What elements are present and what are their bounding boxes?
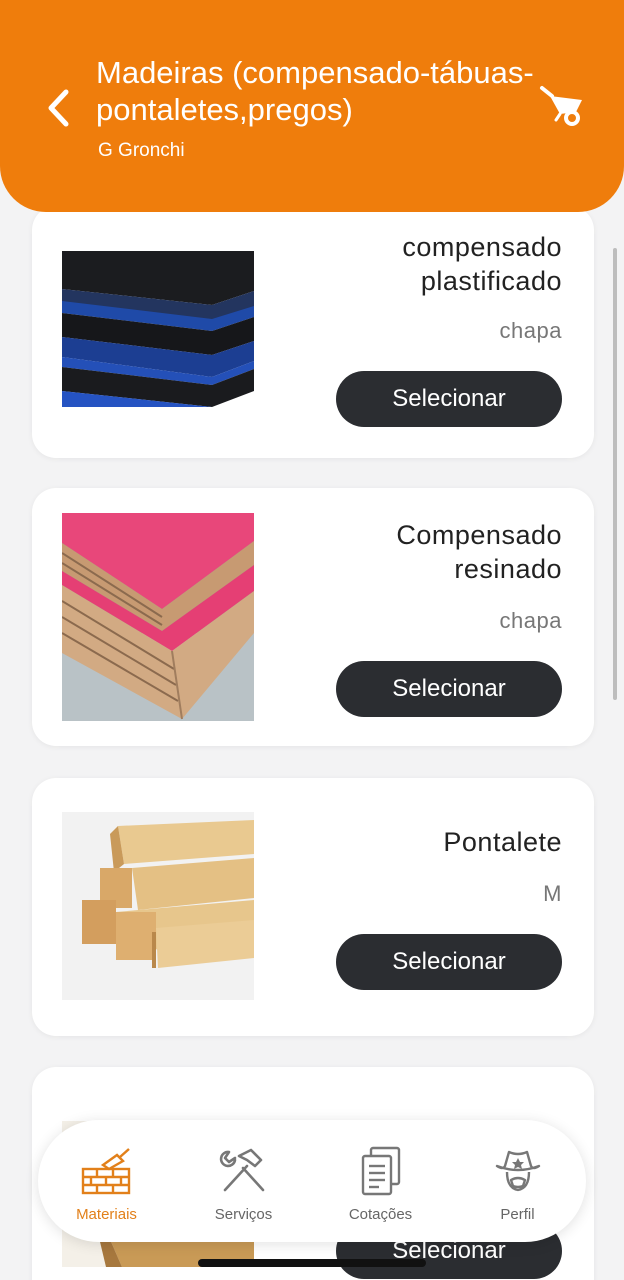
scrollbar[interactable] — [613, 248, 617, 700]
product-unit: chapa — [499, 608, 562, 633]
product-unit: M — [543, 881, 562, 906]
product-name: compensado plastificado — [402, 232, 562, 296]
cart-button[interactable] — [536, 80, 590, 128]
product-card: Compensado resinado chapa Selecionar — [32, 488, 594, 746]
brick-wall-trowel-icon — [77, 1144, 137, 1198]
product-name: Pontalete — [443, 827, 562, 857]
select-button[interactable]: Selecionar — [336, 371, 562, 427]
nav-item-servicos[interactable]: Serviços — [175, 1120, 312, 1242]
wheelbarrow-icon — [540, 86, 582, 126]
back-button[interactable] — [38, 86, 78, 130]
product-image — [62, 251, 254, 407]
select-button[interactable]: Selecionar — [336, 934, 562, 990]
product-image — [62, 513, 254, 721]
product-name: Compensado resinado — [396, 520, 562, 584]
select-button[interactable]: Selecionar — [336, 661, 562, 717]
cowboy-avatar-icon — [488, 1144, 548, 1198]
documents-icon — [351, 1144, 411, 1198]
home-indicator — [198, 1259, 426, 1267]
nav-label: Serviços — [214, 1205, 273, 1223]
nav-label: Perfil — [500, 1205, 535, 1223]
product-unit: chapa — [499, 318, 562, 343]
product-image — [62, 812, 254, 1000]
page-title: Madeiras (compensado-tábuas-pontaletes,p… — [96, 55, 534, 127]
nav-item-materiais[interactable]: Materiais — [38, 1120, 175, 1242]
chevron-left-icon — [48, 89, 69, 127]
app-header: Madeiras (compensado-tábuas-pontaletes,p… — [0, 0, 624, 212]
store-name: G Gronchi — [98, 140, 185, 161]
hammer-wrench-icon — [214, 1144, 274, 1198]
nav-label: Materiais — [76, 1205, 137, 1223]
product-card: compensado plastificado chapa Selecionar — [32, 206, 594, 458]
nav-item-perfil[interactable]: Perfil — [449, 1120, 586, 1242]
nav-label: Cotações — [348, 1205, 413, 1223]
nav-item-cotacoes[interactable]: Cotações — [312, 1120, 449, 1242]
product-card: Pontalete M Selecionar — [32, 778, 594, 1036]
bottom-navigation: Materiais Serviços Cotações Perfil — [38, 1120, 586, 1242]
